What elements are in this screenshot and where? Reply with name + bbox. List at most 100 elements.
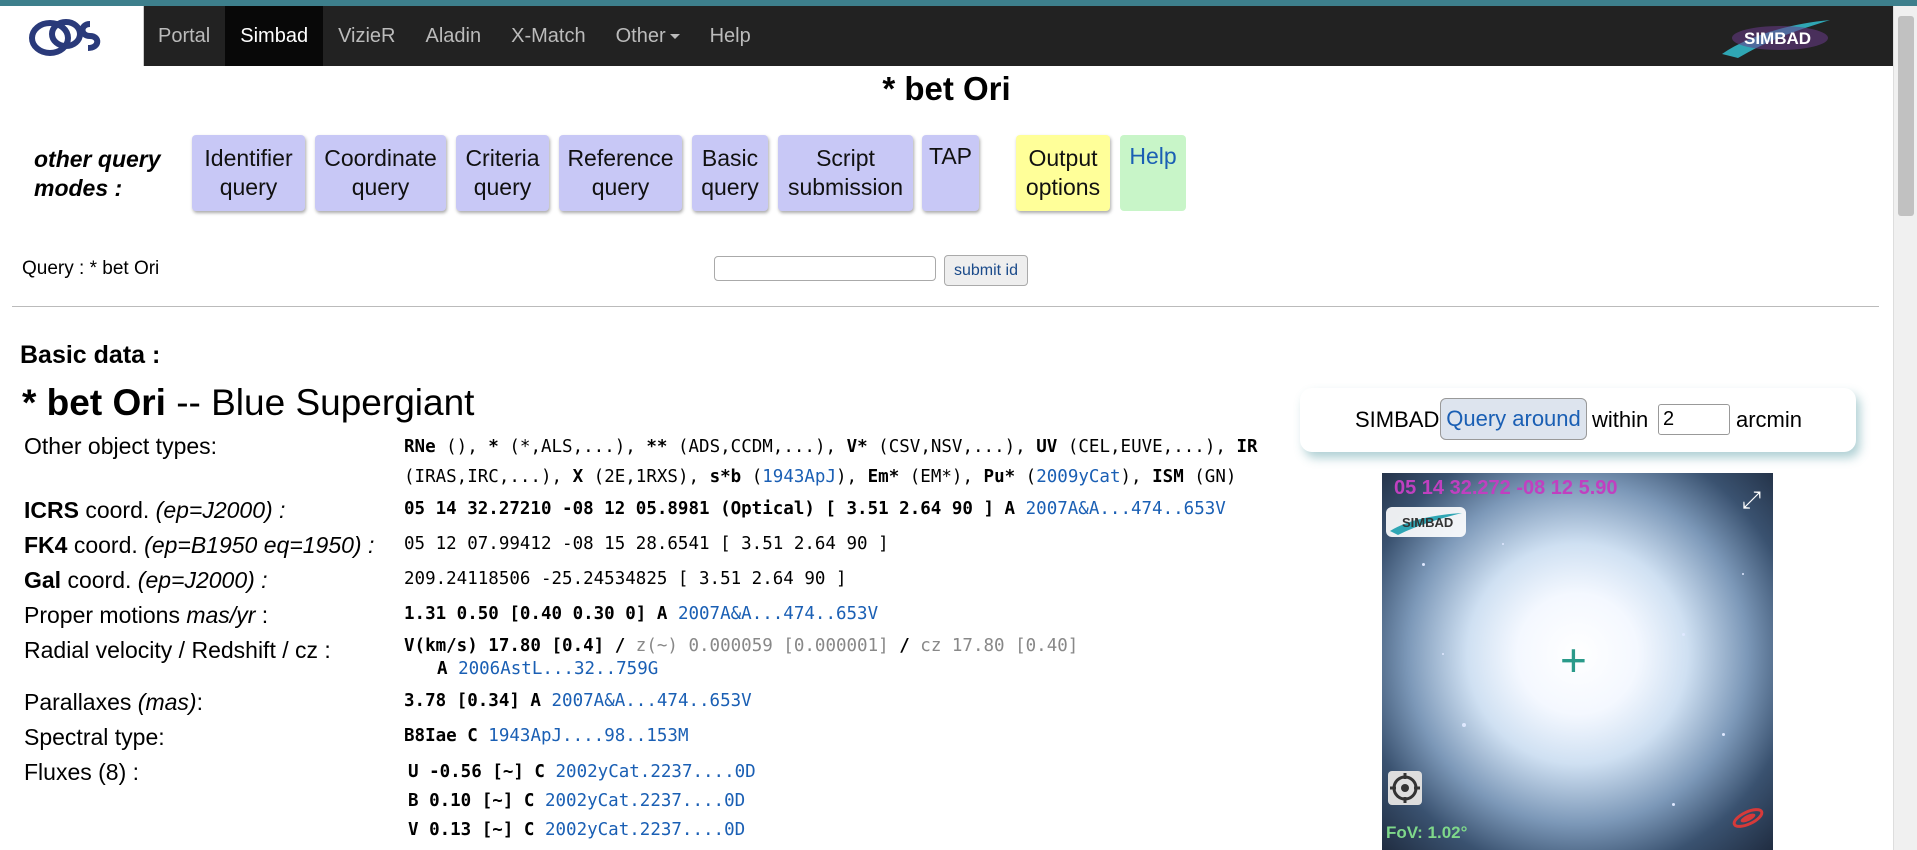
icrs-label: ICRS coord. (ep=J2000) : [24,497,285,524]
aladin-sky-view[interactable]: 05 14 32.272 -08 12 5.90 ⤢ SIMBAD + FoV:… [1382,473,1773,850]
otype-detail: (ADS,CCDM,...) [667,437,826,457]
plx-label-unit: (mas) [137,689,197,715]
btn-line1: Coordinate [324,145,437,171]
rv-sep: / [888,636,921,656]
rv-value-line2: A 2006AstL...32..759G [437,654,658,685]
btn-line2: query [351,174,410,200]
otype-ref-link[interactable]: 1943ApJ [762,467,836,487]
otype-text: (EM*), [899,467,984,487]
otype-ref-link[interactable]: 2009yCat [1036,467,1120,487]
nav-simbad-label: Simbad [240,25,309,47]
rv-label: Radial velocity / Redshift / cz : [24,637,331,663]
fk4-label-bold: FK4 [24,532,68,558]
icrs-ref-link[interactable]: 2007A&A...474..653V [1026,499,1226,519]
otype-code: ** [646,437,668,457]
query-around-button[interactable]: Query around [1440,398,1587,440]
btn-line1: Reference [567,145,674,171]
flux-value: U -0.56 [~] C [408,762,556,782]
scrollbar-thumb[interactable] [1898,16,1914,216]
chevron-down-icon [669,34,680,40]
pm-ref-link[interactable]: 2007A&A...474..653V [678,604,878,624]
criteria-query-button[interactable]: Criteria query [456,135,549,211]
reference-query-button[interactable]: Reference query [559,135,682,211]
expand-icon[interactable]: ⤢ [1742,487,1761,515]
nav-xmatch[interactable]: X-Match [496,6,600,66]
target-icon-svg [1390,773,1420,803]
otype-code: Em* [867,467,900,487]
divider [12,306,1879,307]
submit-id-button[interactable]: submit id [944,255,1028,286]
sky-star [1672,803,1675,806]
nav-portal-label: Portal [158,25,211,47]
sky-star [1502,543,1504,545]
simbad-logo[interactable]: SIMBAD [1718,14,1834,65]
radius-input[interactable] [1658,404,1730,435]
nav-vizier[interactable]: VizieR [323,6,410,66]
nav-help[interactable]: Help [695,6,766,66]
page-scrollbar[interactable] [1893,6,1917,850]
otype-code: RNe [404,437,436,457]
btn-line1: Identifier [204,145,293,171]
identifier-input[interactable] [714,256,936,281]
coordinate-query-button[interactable]: Coordinate query [315,135,446,211]
nav-aladin[interactable]: Aladin [411,6,497,66]
otype-code: ISM [1152,467,1184,487]
galaxy-icon[interactable] [1730,800,1766,836]
simbad-logo-icon: SIMBAD [1722,20,1830,58]
fk4-value: 05 12 07.99412 -08 15 28.6541 [ 3.51 2.6… [404,534,889,554]
nav-portal[interactable]: Portal [143,6,225,66]
plx-ref-link[interactable]: 2007A&A...474..653V [552,691,752,711]
sp-ref-link[interactable]: 1943ApJ....98..153M [488,726,688,746]
nav-help-label: Help [709,25,751,47]
flux-row: B 0.10 [~] C 2002yCat.2237....0D [408,786,745,817]
nav-other-dropdown[interactable]: Other [601,6,695,66]
otype-text: (IRAS,IRC,...), [404,467,573,487]
sp-value: B8Iae C 1943ApJ....98..153M [404,721,688,752]
nav-simbad[interactable]: Simbad [225,6,324,66]
gal-label: Gal coord. (ep=J2000) : [24,567,268,594]
identifier-query-button[interactable]: Identifier query [192,135,305,211]
cds-navbar: Portal Simbad VizieR Aladin X-Match Othe… [0,6,1893,66]
otype-code: V* [846,437,868,457]
object-name: * bet Ori [22,382,166,423]
rv-cz: cz 17.80 [0.40] [920,636,1079,656]
rv-quality: A [437,659,459,679]
basic-data-heading: Basic data : [20,341,161,369]
icrs-label-rest: coord. [78,497,156,523]
object-title: * bet Ori -- Blue Supergiant [22,382,474,424]
flux-row: V 0.13 [~] C 2002yCat.2237....0D [408,815,745,846]
aladin-simbad-logo: SIMBAD [1386,507,1466,537]
btn-line1: Script [816,145,875,171]
crosshair-icon: + [1560,634,1587,686]
flux-ref-link[interactable]: 2002yCat.2237....0D [556,762,756,782]
output-options-button[interactable]: Output options [1016,135,1110,211]
otype-detail: (CSV,NSV,...) [867,437,1016,457]
cds-logo[interactable] [0,6,144,66]
sky-star [1682,633,1685,636]
plx-label-colon: : [196,689,203,715]
otype-detail: (*,ALS,...) [498,437,626,457]
other-types-line1: RNe (), * (*,ALS,...), ** (ADS,CCDM,...)… [404,437,1258,457]
pm-value: 1.31 0.50 [0.40 0.30 0] A 2007A&A...474.… [404,599,878,630]
sky-star [1742,573,1744,575]
script-submission-button[interactable]: Script submission [778,135,913,211]
other-types-line2: (IRAS,IRC,...), X (2E,1RXS), s*b (1943Ap… [404,462,1236,493]
rv-ref-link[interactable]: 2006AstL...32..759G [458,659,658,679]
aladin-coords: 05 14 32.272 -08 12 5.90 [1394,477,1618,499]
tap-button[interactable]: TAP [922,135,979,211]
otype-text: ), [836,467,868,487]
otype-code: Pu* [983,467,1016,487]
sky-star [1422,563,1425,566]
gal-label-bold: Gal [24,567,62,593]
flux-ref-link[interactable]: 2002yCat.2237....0D [545,820,745,840]
target-icon[interactable] [1388,771,1422,805]
help-button[interactable]: Help [1120,135,1186,211]
sp-label: Spectral type: [24,724,165,750]
fk4-label-rest: coord. [67,532,145,558]
nav-vizier-label: VizieR [338,25,396,47]
basic-query-button[interactable]: Basic query [692,135,768,211]
flux-ref-link[interactable]: 2002yCat.2237....0D [545,791,745,811]
flux-value: V 0.13 [~] C [408,820,545,840]
oqm-line1: other query [34,146,161,172]
gal-value: 209.24118506 -25.24534825 [ 3.51 2.64 90… [404,569,847,589]
